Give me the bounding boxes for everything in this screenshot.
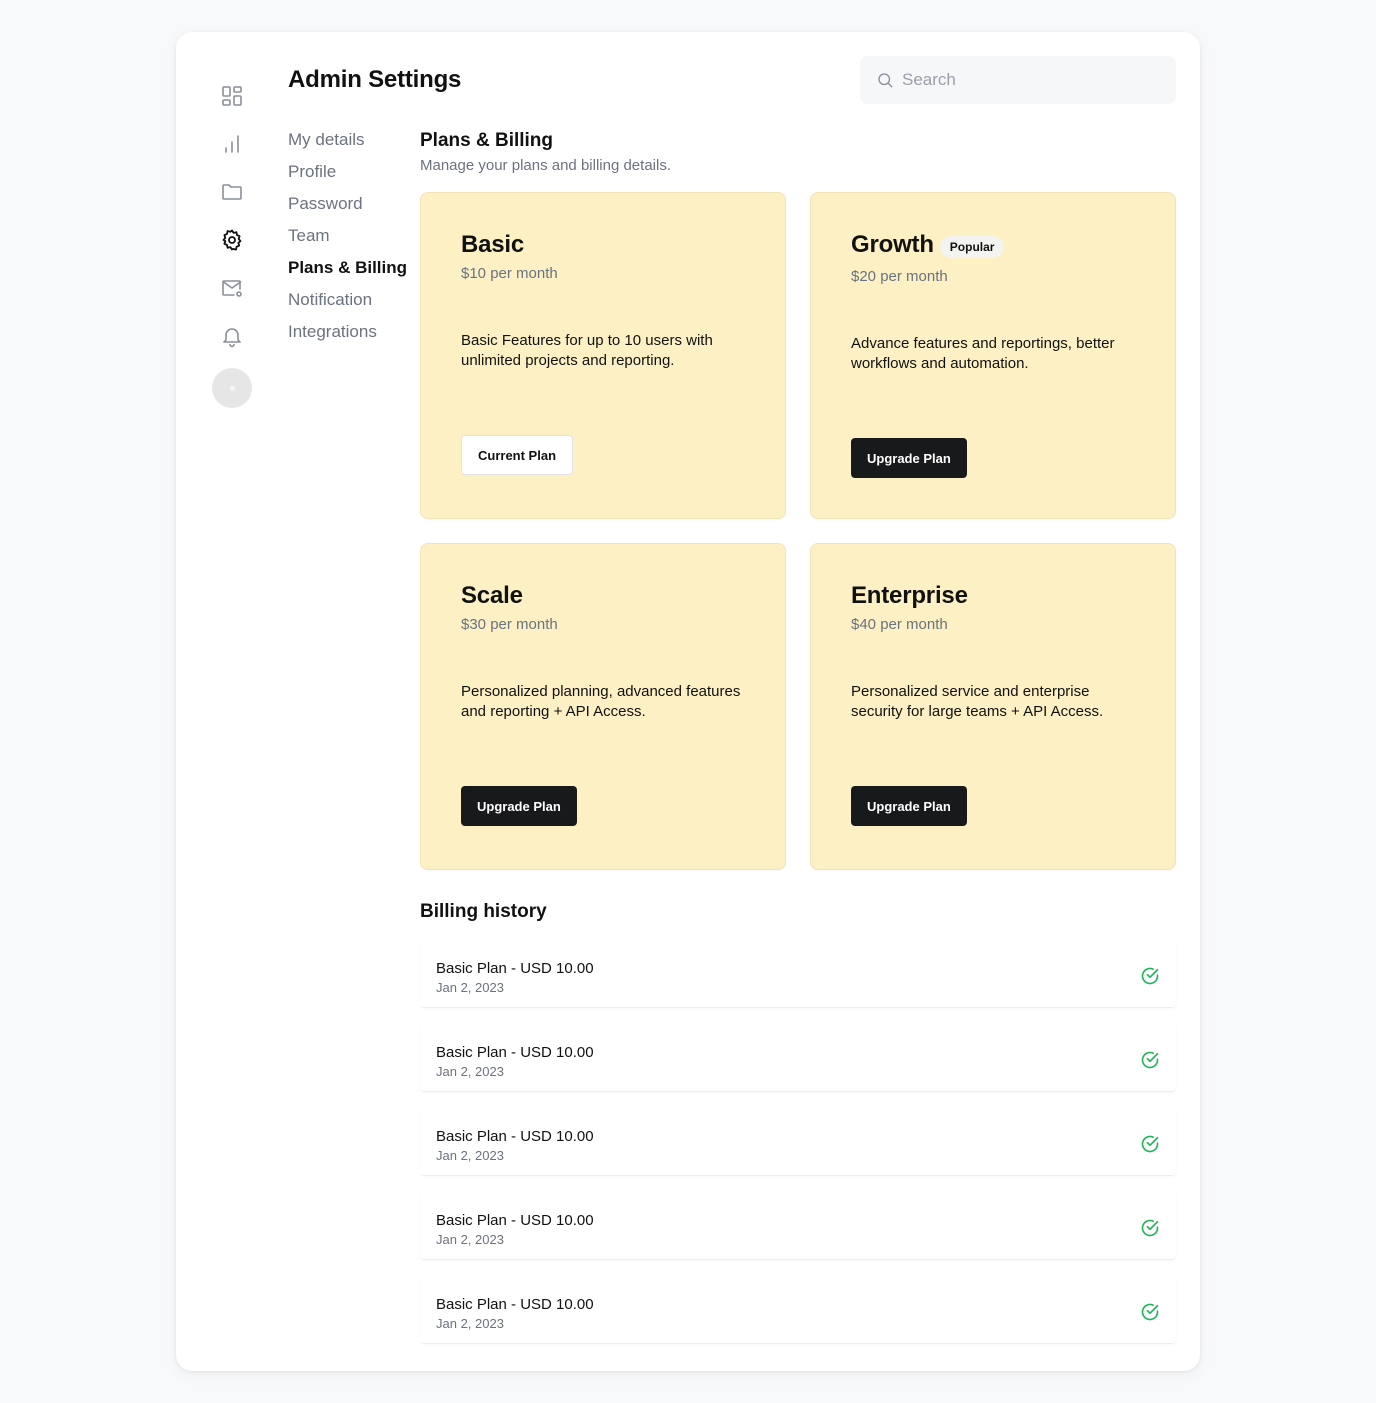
billing-row[interactable]: Basic Plan - USD 10.00 Jan 2, 2023 xyxy=(420,936,1176,1008)
popular-badge: Popular xyxy=(939,236,1005,258)
settings-nav-button[interactable] xyxy=(216,224,248,256)
plan-name: Enterprise xyxy=(851,582,968,609)
billing-history-title: Billing history xyxy=(420,901,547,922)
section-subtitle: Manage your plans and billing details. xyxy=(420,157,671,174)
plan-price: $10 per month xyxy=(461,265,558,282)
current-plan-button[interactable]: Current Plan xyxy=(461,435,574,475)
plan-card-enterprise: Enterprise $40 per month Personalized se… xyxy=(810,543,1176,870)
avatar-dot xyxy=(229,385,235,391)
plan-header: Scale xyxy=(461,582,523,610)
billing-item-date: Jan 2, 2023 xyxy=(436,1064,504,1079)
notifications-nav-button[interactable] xyxy=(216,320,248,352)
plan-description: Basic Features for up to 10 users with u… xyxy=(461,332,713,369)
bell-icon xyxy=(223,328,241,348)
billing-item-date: Jan 2, 2023 xyxy=(436,1232,504,1247)
billing-item-date: Jan 2, 2023 xyxy=(436,1148,504,1163)
settings-subnav: My details Profile Password Team Plans &… xyxy=(288,128,407,352)
section-title: Plans & Billing xyxy=(420,130,554,151)
plan-name: Growth xyxy=(851,231,934,258)
billing-item-date: Jan 2, 2023 xyxy=(436,1316,504,1331)
folder-nav-button[interactable] xyxy=(216,176,248,208)
mail-nav-button[interactable] xyxy=(216,272,248,304)
upgrade-plan-button[interactable]: Upgrade Plan xyxy=(461,786,577,826)
billing-item-name: Basic Plan - USD 10.00 xyxy=(436,960,594,977)
avatar[interactable] xyxy=(212,368,252,408)
settings-icon xyxy=(222,229,242,251)
search-input[interactable] xyxy=(902,70,1162,90)
plan-header: Enterprise xyxy=(851,582,968,610)
plan-header: Basic xyxy=(461,231,524,259)
plan-price: $30 per month xyxy=(461,616,558,633)
check-circle-icon xyxy=(1140,966,1160,986)
billing-row[interactable]: Basic Plan - USD 10.00 Jan 2, 2023 xyxy=(420,1188,1176,1260)
check-circle-icon xyxy=(1140,1134,1160,1154)
plan-price: $40 per month xyxy=(851,616,948,633)
plan-header: Growth Popular xyxy=(851,231,1005,259)
search-box[interactable] xyxy=(860,56,1176,104)
folder-icon xyxy=(222,184,242,200)
subnav-item-my-details[interactable]: My details xyxy=(288,128,407,160)
billing-row[interactable]: Basic Plan - USD 10.00 Jan 2, 2023 xyxy=(420,1272,1176,1344)
mail-icon xyxy=(222,280,242,297)
billing-row[interactable]: Basic Plan - USD 10.00 Jan 2, 2023 xyxy=(420,1020,1176,1092)
plan-price: $20 per month xyxy=(851,268,948,285)
plan-name: Scale xyxy=(461,582,523,609)
billing-item-name: Basic Plan - USD 10.00 xyxy=(436,1128,594,1145)
check-circle-icon xyxy=(1140,1302,1160,1322)
search-icon xyxy=(878,73,893,88)
plan-card-basic: Basic $10 per month Basic Features for u… xyxy=(420,192,786,519)
billing-item-name: Basic Plan - USD 10.00 xyxy=(436,1296,594,1313)
subnav-item-plans-billing[interactable]: Plans & Billing xyxy=(288,256,407,288)
billing-item-name: Basic Plan - USD 10.00 xyxy=(436,1044,594,1061)
analytics-icon xyxy=(225,135,239,153)
plan-description: Personalized service and enterprise secu… xyxy=(851,683,1104,720)
billing-item-date: Jan 2, 2023 xyxy=(436,980,504,995)
subnav-item-integrations[interactable]: Integrations xyxy=(288,320,407,352)
billing-row[interactable]: Basic Plan - USD 10.00 Jan 2, 2023 xyxy=(420,1104,1176,1176)
subnav-item-notification[interactable]: Notification xyxy=(288,288,407,320)
dashboard-icon xyxy=(222,86,242,106)
check-circle-icon xyxy=(1140,1218,1160,1238)
settings-panel: Admin Settings My details Profile Passwo… xyxy=(176,32,1200,1371)
plan-description: Advance features and reportings, better … xyxy=(851,335,1115,372)
subnav-item-password[interactable]: Password xyxy=(288,192,407,224)
analytics-nav-button[interactable] xyxy=(216,128,248,160)
dashboard-nav-button[interactable] xyxy=(216,80,248,112)
upgrade-plan-button[interactable]: Upgrade Plan xyxy=(851,438,967,478)
billing-item-name: Basic Plan - USD 10.00 xyxy=(436,1212,594,1229)
subnav-item-profile[interactable]: Profile xyxy=(288,160,407,192)
check-circle-icon xyxy=(1140,1050,1160,1070)
upgrade-plan-button[interactable]: Upgrade Plan xyxy=(851,786,967,826)
plan-card-scale: Scale $30 per month Personalized plannin… xyxy=(420,543,786,870)
subnav-item-team[interactable]: Team xyxy=(288,224,407,256)
plan-description: Personalized planning, advanced features… xyxy=(461,683,741,720)
plan-card-growth: Growth Popular $20 per month Advance fea… xyxy=(810,192,1176,519)
page-title: Admin Settings xyxy=(288,66,462,93)
billing-history-list: Basic Plan - USD 10.00 Jan 2, 2023 Basic… xyxy=(420,936,1176,1356)
plan-name: Basic xyxy=(461,231,525,258)
